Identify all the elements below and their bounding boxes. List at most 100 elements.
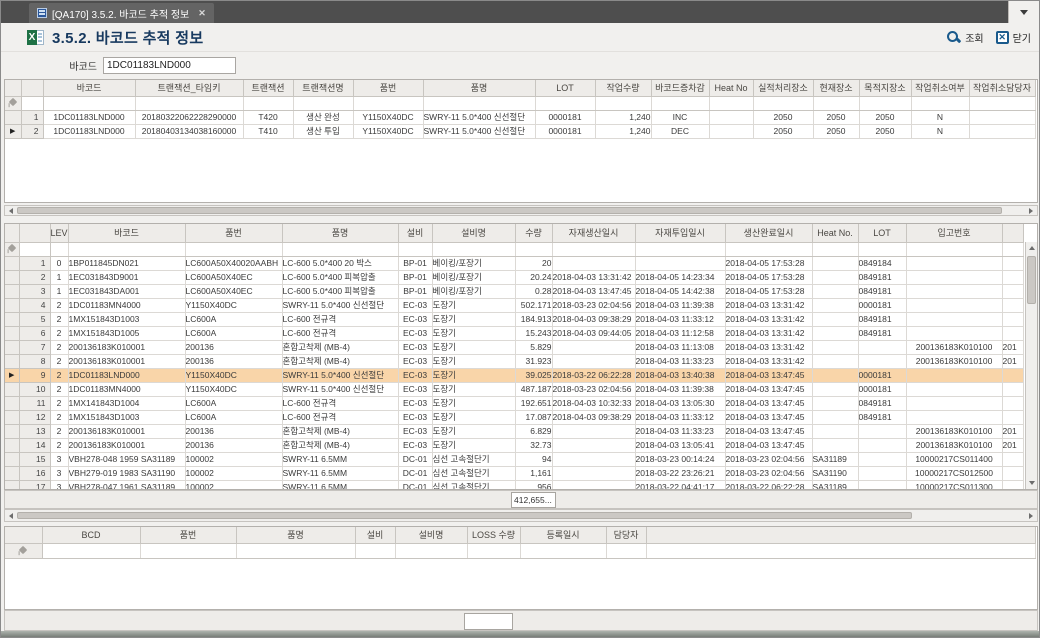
cell[interactable] bbox=[552, 438, 635, 452]
filter-cell[interactable] bbox=[753, 96, 813, 110]
column-header[interactable]: 품명 bbox=[236, 527, 355, 543]
cell[interactable] bbox=[812, 298, 858, 312]
scroll-up-button[interactable] bbox=[1026, 242, 1037, 254]
cell[interactable] bbox=[552, 256, 635, 270]
cell[interactable] bbox=[552, 452, 635, 466]
cell[interactable]: 2050 bbox=[859, 124, 911, 138]
cell[interactable]: DC-01 bbox=[398, 466, 432, 480]
cell[interactable] bbox=[906, 256, 1002, 270]
cell[interactable]: 도장기 bbox=[432, 382, 515, 396]
cell[interactable]: DEC bbox=[651, 124, 709, 138]
cell[interactable]: 1DC01183LND000 bbox=[43, 124, 135, 138]
cell[interactable]: EC-03 bbox=[398, 312, 432, 326]
table-row[interactable]: 142200136183K010001200136혼합고착제 (MB-4)EC-… bbox=[5, 438, 1023, 452]
column-header[interactable]: 바코드증차감 bbox=[651, 80, 709, 96]
filter-cell[interactable] bbox=[812, 242, 858, 256]
filter-cell[interactable] bbox=[43, 96, 135, 110]
cell[interactable]: VBH278-047 1961 SA31189 bbox=[68, 480, 185, 490]
cell[interactable]: 2018-03-23 02:04:56 bbox=[552, 382, 635, 396]
cell[interactable] bbox=[812, 354, 858, 368]
cell[interactable]: LC-600 전규격 bbox=[282, 326, 398, 340]
cell[interactable]: 0849181 bbox=[858, 284, 906, 298]
cell[interactable] bbox=[552, 466, 635, 480]
column-header[interactable]: 설비 bbox=[398, 224, 432, 242]
cell[interactable]: 2018-04-03 13:47:45 bbox=[552, 284, 635, 298]
cell[interactable]: N bbox=[911, 110, 969, 124]
cell[interactable]: 도장기 bbox=[432, 298, 515, 312]
cell[interactable]: 2018-04-03 11:13:08 bbox=[635, 340, 725, 354]
cell[interactable]: 0000181 bbox=[858, 368, 906, 382]
cell[interactable] bbox=[858, 452, 906, 466]
column-header[interactable]: Heat No bbox=[709, 80, 753, 96]
filter-cell[interactable] bbox=[293, 96, 353, 110]
cell[interactable]: 487.187 bbox=[515, 382, 552, 396]
table-row[interactable]: 1021DC01183MN4000Y1150X40DCSWRY-11 5.0*4… bbox=[5, 382, 1023, 396]
column-header[interactable]: 트랜잭션_타임키 bbox=[135, 80, 243, 96]
cell[interactable]: 도장기 bbox=[432, 424, 515, 438]
cell[interactable]: 2 bbox=[50, 438, 68, 452]
filter-cell[interactable] bbox=[552, 242, 635, 256]
column-header[interactable]: 설비 bbox=[355, 527, 395, 543]
column-header[interactable]: 자재투입일시 bbox=[635, 224, 725, 242]
cell[interactable]: 생산 완성 bbox=[293, 110, 353, 124]
cell[interactable]: 생산 투입 bbox=[293, 124, 353, 138]
cell[interactable]: 도장기 bbox=[432, 396, 515, 410]
filter-cell[interactable] bbox=[467, 543, 520, 558]
cell[interactable]: 201 bbox=[1002, 340, 1023, 354]
cell[interactable]: 20.24 bbox=[515, 270, 552, 284]
cell[interactable] bbox=[812, 312, 858, 326]
cell[interactable]: 200136183K010001 bbox=[68, 354, 185, 368]
cell[interactable]: SWRY-11 6.5MM bbox=[282, 480, 398, 490]
cell[interactable]: 2018-04-03 13:47:45 bbox=[725, 424, 812, 438]
cell[interactable]: 0849181 bbox=[858, 410, 906, 424]
cell[interactable]: EC-03 bbox=[398, 424, 432, 438]
cell[interactable]: 1MX151843D1003 bbox=[68, 312, 185, 326]
cell[interactable]: 192.651 bbox=[515, 396, 552, 410]
cell[interactable] bbox=[1002, 466, 1023, 480]
cell[interactable]: 200136183K010100 bbox=[906, 340, 1002, 354]
cell[interactable]: 2050 bbox=[753, 110, 813, 124]
filter-cell[interactable] bbox=[595, 96, 651, 110]
column-header[interactable]: 목적지장소 bbox=[859, 80, 911, 96]
table-row[interactable]: 72200136183K010001200136혼합고착제 (MB-4)EC-0… bbox=[5, 340, 1023, 354]
filter-cell[interactable] bbox=[635, 242, 725, 256]
cell[interactable]: 2018-03-22 23:26:21 bbox=[635, 466, 725, 480]
filter-cell[interactable] bbox=[906, 242, 1002, 256]
scrollbar-thumb[interactable] bbox=[17, 512, 912, 519]
cell[interactable]: EC-03 bbox=[398, 396, 432, 410]
cell[interactable]: LC600A50X40020AABH bbox=[185, 256, 282, 270]
cell[interactable]: 0000181 bbox=[858, 382, 906, 396]
column-header[interactable]: 트랜잭션 bbox=[243, 80, 293, 96]
cell[interactable]: 2018-04-03 13:31:42 bbox=[725, 326, 812, 340]
cell[interactable]: 0849181 bbox=[858, 270, 906, 284]
cell[interactable]: LC600A bbox=[185, 410, 282, 424]
cell[interactable] bbox=[906, 284, 1002, 298]
table-row[interactable]: 621MX151843D1005LC600ALC-600 전규격EC-03도장기… bbox=[5, 326, 1023, 340]
cell[interactable] bbox=[906, 298, 1002, 312]
cell[interactable]: 2018-04-03 11:39:38 bbox=[635, 382, 725, 396]
filter-cell[interactable] bbox=[236, 543, 355, 558]
column-header[interactable]: 품번 bbox=[140, 527, 236, 543]
table-row[interactable]: 311EC031843DA001LC600A50X40ECLC-600 5.0*… bbox=[5, 284, 1023, 298]
column-header[interactable]: 트랜잭션명 bbox=[293, 80, 353, 96]
cell[interactable] bbox=[1002, 256, 1023, 270]
horizontal-scrollbar[interactable] bbox=[4, 205, 1038, 216]
horizontal-scrollbar[interactable] bbox=[4, 509, 1038, 522]
cell[interactable]: 2018-04-03 13:40:38 bbox=[635, 368, 725, 382]
filter-cell[interactable] bbox=[859, 96, 911, 110]
cell[interactable] bbox=[969, 124, 1035, 138]
cell[interactable]: 0000181 bbox=[535, 124, 595, 138]
cell[interactable]: 20180403134038160000 bbox=[135, 124, 243, 138]
cell[interactable]: SWRY-11 5.0*400 신선절단 bbox=[423, 110, 535, 124]
cell[interactable] bbox=[1002, 452, 1023, 466]
cell[interactable]: T410 bbox=[243, 124, 293, 138]
cell[interactable]: 0.28 bbox=[515, 284, 552, 298]
cell[interactable]: 20180322062228290000 bbox=[135, 110, 243, 124]
filter-cell[interactable] bbox=[725, 242, 812, 256]
column-header[interactable]: 현재장소 bbox=[813, 80, 859, 96]
cell[interactable] bbox=[906, 270, 1002, 284]
cell[interactable]: VBH278-048 1959 SA31189 bbox=[68, 452, 185, 466]
cell[interactable]: 1 bbox=[50, 270, 68, 284]
filter-cell[interactable] bbox=[355, 543, 395, 558]
cell[interactable] bbox=[906, 382, 1002, 396]
